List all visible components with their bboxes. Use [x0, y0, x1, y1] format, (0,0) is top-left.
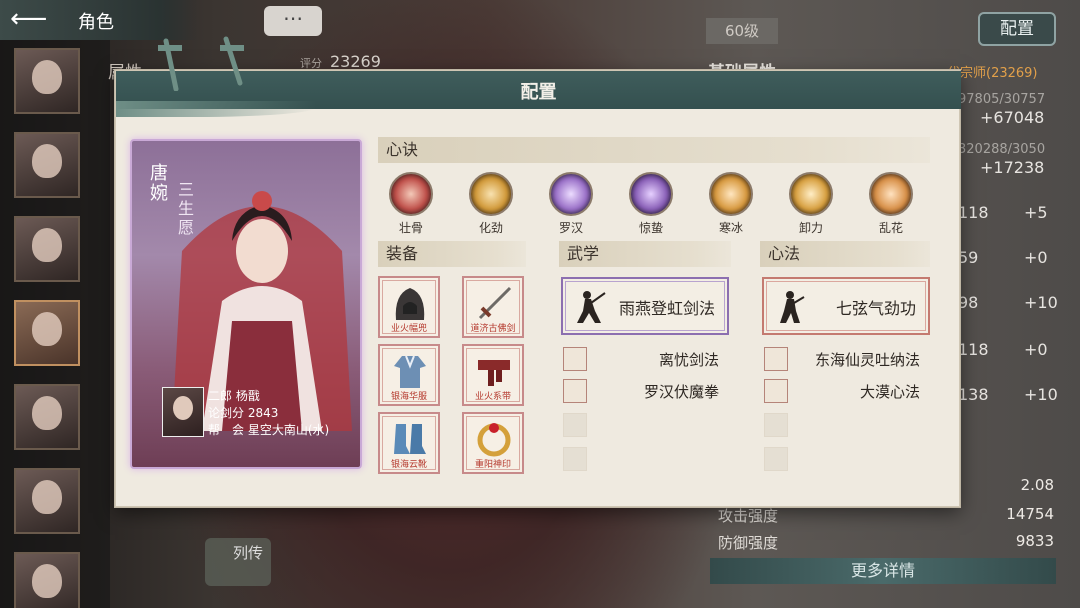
- heart-skill[interactable]: 寒冰: [701, 172, 761, 236]
- hanbing-icon: [709, 172, 753, 216]
- score-readout: 评分 23269: [300, 52, 381, 71]
- ring-icon: [477, 423, 511, 457]
- sidebar-avatar[interactable]: [14, 384, 80, 450]
- boots-icon: [394, 424, 426, 454]
- stat-base: 59: [958, 248, 979, 267]
- stat-sub: 320288/3050: [958, 142, 1046, 157]
- stat-value: +67048: [980, 108, 1045, 127]
- back-arrow-icon[interactable]: ⟵: [10, 4, 60, 34]
- sidebar-avatar[interactable]: [14, 552, 80, 608]
- empty-skill-slot[interactable]: [563, 447, 587, 471]
- martial-section-header: 武学: [559, 241, 731, 267]
- stat-value: +0: [1024, 340, 1048, 359]
- guild-name: 帮 会 星空大南山(水): [208, 423, 330, 437]
- stat-base: 118: [958, 203, 989, 222]
- luohan-icon: [549, 172, 593, 216]
- biography-button[interactable]: 列传: [205, 538, 271, 586]
- equip-slot-weapon[interactable]: 道济古佛剑: [462, 276, 524, 338]
- xieli-icon: [789, 172, 833, 216]
- sidebar-avatar[interactable]: [14, 132, 80, 198]
- luanhua-icon: [869, 172, 913, 216]
- stat-value: +17238: [980, 158, 1045, 177]
- character-name: 唐婉: [147, 163, 168, 203]
- equip-slot-belt[interactable]: 业火系带: [462, 344, 524, 406]
- arena-score: 论剑分 2843: [208, 406, 279, 420]
- empty-skill-slot[interactable]: [563, 413, 587, 437]
- equip-slot-helmet[interactable]: 业火幅兜: [378, 276, 440, 338]
- attack-strength-label: 攻击强度: [718, 507, 779, 525]
- character-card[interactable]: 唐婉 三生愿 二郎 杨戬 论剑分 2843 帮 会 星空大南山(水): [130, 139, 362, 469]
- loadout-modal: 配置 唐婉 三生愿 二郎 杨戬 论剑分 2843 帮 会 星空大南山(水) 心诀: [115, 36, 961, 507]
- defense-strength-value: 9833: [1015, 532, 1054, 550]
- zhuanggu-icon: [389, 172, 433, 216]
- equip-slot-boots[interactable]: 银海云靴: [378, 412, 440, 474]
- inner-sub-skill[interactable]: 大漠心法: [780, 381, 920, 402]
- stat-value: +5: [1024, 203, 1048, 222]
- inner-section-header: 心法: [760, 241, 930, 267]
- more-details-button[interactable]: 更多详情: [710, 558, 1056, 584]
- heart-skill[interactable]: 化劲: [461, 172, 521, 236]
- stat-value: +0: [1024, 248, 1048, 267]
- inner-sub-skill[interactable]: 东海仙灵吐纳法: [780, 349, 920, 370]
- martial-sub-skill[interactable]: 罗汉伏魔拳: [579, 381, 719, 402]
- equipment-section-header: 装备: [378, 241, 526, 267]
- sidebar-avatar-selected[interactable]: [14, 300, 80, 366]
- stat-value: +10: [1024, 385, 1058, 404]
- belt-icon: [478, 360, 510, 386]
- stat-base: 138: [958, 385, 989, 404]
- heart-section-header: 心诀: [378, 137, 930, 163]
- character-sidebar: [0, 40, 110, 608]
- stat-extra-value: 2.08: [1020, 476, 1054, 494]
- card-info: 二郎 杨戬 论剑分 2843 帮 会 星空大南山(水): [162, 387, 352, 443]
- page-title: 角色: [78, 12, 114, 33]
- heart-skill[interactable]: 乱花: [861, 172, 921, 236]
- empty-skill-slot[interactable]: [764, 413, 788, 437]
- martial-artist-icon: [780, 291, 805, 323]
- martial-sub-skill[interactable]: 离忧剑法: [579, 349, 719, 370]
- heart-skill[interactable]: 罗汉: [541, 172, 601, 236]
- heart-skill[interactable]: 壮骨: [381, 172, 441, 236]
- chat-button[interactable]: ⋯: [264, 6, 322, 36]
- equip-slot-accessory[interactable]: 重阳神印: [462, 412, 524, 474]
- attack-strength-value: 14754: [1006, 505, 1054, 523]
- level-badge: 60级: [706, 18, 778, 44]
- martial-main-skill[interactable]: 雨燕登虹剑法: [561, 277, 729, 335]
- stat-value: +10: [1024, 293, 1058, 312]
- sword-icon: [478, 286, 512, 320]
- swordsman-icon: [577, 291, 606, 323]
- huajin-icon: [469, 172, 513, 216]
- stat-base: 118: [958, 340, 989, 359]
- player-name: 二郎 杨戬: [208, 389, 260, 403]
- heart-skill[interactable]: 惊蛰: [621, 172, 681, 236]
- sword-decoration-icon: [158, 36, 244, 91]
- player-avatar: [162, 387, 204, 437]
- sidebar-avatar[interactable]: [14, 468, 80, 534]
- inner-main-skill[interactable]: 七弦气劲功: [762, 277, 930, 335]
- sidebar-avatar[interactable]: [14, 48, 80, 114]
- stat-sub: 97805/30757: [958, 92, 1046, 107]
- character-title: 三生愿: [175, 181, 194, 238]
- heart-skill[interactable]: 卸力: [781, 172, 841, 236]
- defense-strength-label: 防御强度: [718, 534, 779, 552]
- empty-skill-slot[interactable]: [764, 447, 788, 471]
- jingzhe-icon: [629, 172, 673, 216]
- config-button[interactable]: 配置: [978, 12, 1056, 46]
- sidebar-avatar[interactable]: [14, 216, 80, 282]
- hood-icon: [395, 288, 425, 320]
- robe-icon: [394, 355, 426, 388]
- equip-slot-armor[interactable]: 银海华服: [378, 344, 440, 406]
- stat-base: 98: [958, 293, 979, 312]
